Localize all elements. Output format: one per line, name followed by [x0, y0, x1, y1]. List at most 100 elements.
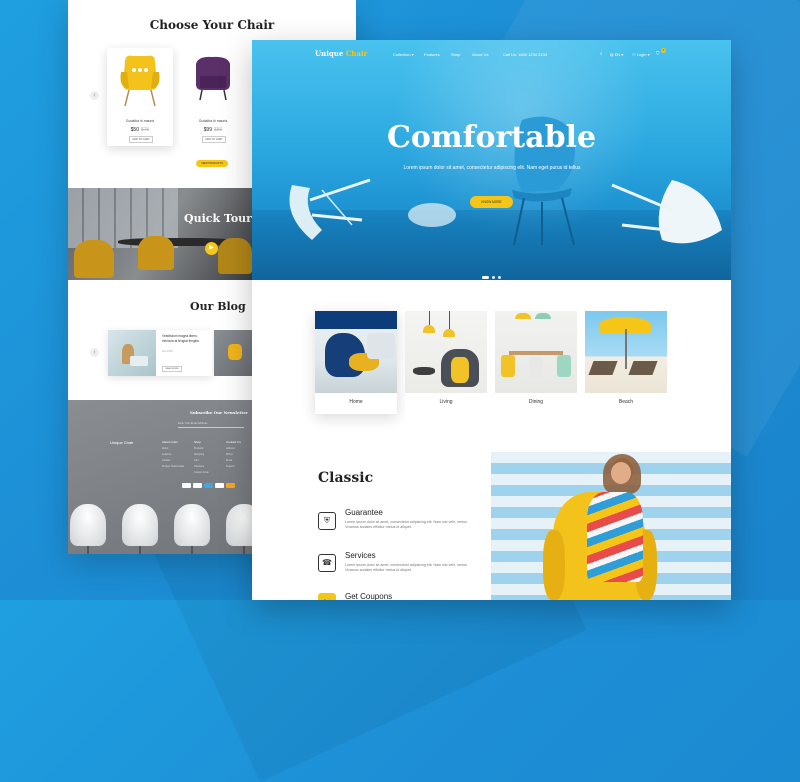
footer-link[interactable]: Phone [226, 453, 241, 456]
product-card[interactable]: Godalba hi mauris $99 $50 ADD TO CART [180, 48, 246, 146]
footer-link[interactable]: Product Testimonials [162, 465, 184, 468]
services-icon: ☎ [318, 554, 336, 572]
slider-dot-active[interactable] [482, 276, 489, 279]
read-more-button[interactable]: READ MORE [162, 366, 182, 372]
nav-shop[interactable]: Shop [451, 52, 460, 57]
footer-link[interactable]: Shopping [194, 453, 209, 456]
nav-collection[interactable]: Collection ▾ [393, 52, 414, 57]
dining-image [495, 311, 577, 393]
hero-section: Unique Chair Collection ▾ Features Shop … [252, 40, 731, 280]
yellow-chair-image [120, 55, 160, 106]
chevron-left-icon[interactable]: ‹ [90, 91, 99, 100]
chair-shape [138, 236, 174, 270]
category-card-home[interactable]: Home [315, 311, 397, 414]
language-selector[interactable]: ◍ EN ▾ [610, 52, 623, 57]
chevron-left-icon[interactable]: ‹ [90, 348, 99, 357]
quick-tour-title: Quick Tour [184, 212, 252, 225]
classic-title: Classic [318, 470, 374, 486]
product-card[interactable]: Godalba hi mauris $50 $75 ADD TO CART [107, 48, 173, 146]
chair-leg [191, 546, 193, 554]
footer-link[interactable]: About [162, 447, 184, 450]
chair-shape [122, 504, 158, 546]
blog-image [108, 330, 156, 376]
feature-title: Get Coupons [345, 592, 393, 600]
newsletter-email-input[interactable]: Enter Your Email Address [178, 421, 244, 428]
cart-icon[interactable]: ⛉ [656, 51, 659, 56]
chair-leg [87, 546, 89, 554]
choose-title: Choose Your Chair [149, 18, 275, 32]
nav-about-us[interactable]: About Us [472, 52, 488, 57]
know-more-button[interactable]: KNOW MORE [470, 196, 513, 208]
category-label: Home [349, 399, 363, 405]
footer-col-about: About Links About Features Contact Produ… [162, 440, 185, 468]
product-price: $50 $75 [130, 127, 150, 133]
category-label: Dining [528, 399, 544, 405]
footer-link[interactable]: Address [226, 447, 241, 450]
payment-icon [226, 483, 235, 488]
chair-shape [174, 504, 210, 546]
footer-link[interactable]: Email [226, 459, 241, 462]
footer-link[interactable]: Contact [162, 459, 184, 462]
footer-col-shop: Shop Products Shopping Cart Checkout Cou… [194, 440, 209, 474]
slider-dots [482, 266, 504, 280]
category-card-dining[interactable]: Dining [495, 311, 577, 414]
slider-dot[interactable] [498, 276, 501, 279]
classic-chair-woman-image [491, 452, 731, 600]
footer-link[interactable]: Products [194, 447, 209, 450]
add-to-cart-button[interactable]: ADD TO CART [202, 136, 226, 143]
category-label: Living [439, 399, 453, 405]
footer-link[interactable]: Features [162, 453, 184, 456]
footer-link[interactable]: Checkout [194, 465, 209, 468]
login-menu[interactable]: ⚇ Login ▾ [632, 52, 650, 57]
coupon-icon: ✂ [318, 593, 336, 600]
category-label: Beach [618, 399, 634, 405]
footer-link[interactable]: Support [226, 465, 241, 468]
footer-logo[interactable]: Unique Chair [110, 440, 133, 445]
shield-icon: ⛨ [318, 512, 336, 530]
chair-leg [243, 546, 245, 554]
living-image [405, 311, 487, 393]
footer-link[interactable]: Coupon Code [194, 471, 209, 474]
slider-dot[interactable] [492, 276, 495, 279]
product-name: Godalba hi mauris [198, 119, 228, 123]
product-name: Godalba hi mauris [125, 119, 155, 123]
payment-icon [204, 483, 213, 488]
feature-description: Lorem ipsum dolor sit amet, consectetur … [345, 563, 468, 572]
payment-icon [182, 483, 191, 488]
chair-shape [228, 344, 242, 360]
category-card-living[interactable]: Living [405, 311, 487, 414]
play-icon[interactable]: ▶ [205, 242, 218, 255]
add-to-cart-button[interactable]: ADD TO CART [129, 136, 153, 143]
payment-icon [215, 483, 224, 488]
blog-title: Our Blog [190, 300, 246, 313]
feature-title: Guarantee [345, 508, 383, 517]
payment-icon [193, 483, 202, 488]
blog-card[interactable]: Vestibulum magna libero, vehicula at feu… [108, 330, 212, 376]
hero-title: Comfortable [386, 120, 597, 155]
nav-features[interactable]: Features [424, 52, 440, 57]
blog-post-date: Jan 2019 [162, 350, 173, 353]
product-price: $99 $50 [203, 127, 223, 133]
hero-chairs-image [289, 116, 722, 246]
feature-title: Services [345, 551, 376, 560]
beach-image [585, 311, 667, 393]
chair-leg [139, 546, 141, 554]
category-card-beach[interactable]: Beach [585, 311, 667, 414]
search-icon[interactable]: ⌕ [600, 51, 603, 56]
blog-post-title: Vestibulum magna libero, vehicula at feu… [162, 334, 200, 343]
footer-link[interactable]: Cart [194, 459, 209, 462]
feature-description: Lorem ipsum dolor sit amet, consectetur … [345, 520, 468, 529]
chair-shape [70, 504, 106, 546]
call-us-text: Call Us: 1800 1234 2134 [503, 52, 548, 57]
newsletter-title: Subscribe Our Newsletter [190, 410, 248, 415]
purple-chair-image [196, 56, 230, 101]
site-logo[interactable]: Unique Chair [315, 49, 367, 58]
right-page-mockup: Unique Chair Collection ▾ Features Shop … [252, 40, 731, 600]
footer-col-contact: Contact Us Address Phone Email Support [226, 440, 241, 468]
cart-count-badge: 0 [661, 48, 666, 53]
blog-image[interactable] [214, 330, 254, 376]
home-image [315, 311, 397, 393]
chair-shape [74, 240, 114, 278]
view-products-button[interactable]: VIEW PRODUCTS [196, 160, 228, 167]
chair-shape [218, 238, 252, 274]
